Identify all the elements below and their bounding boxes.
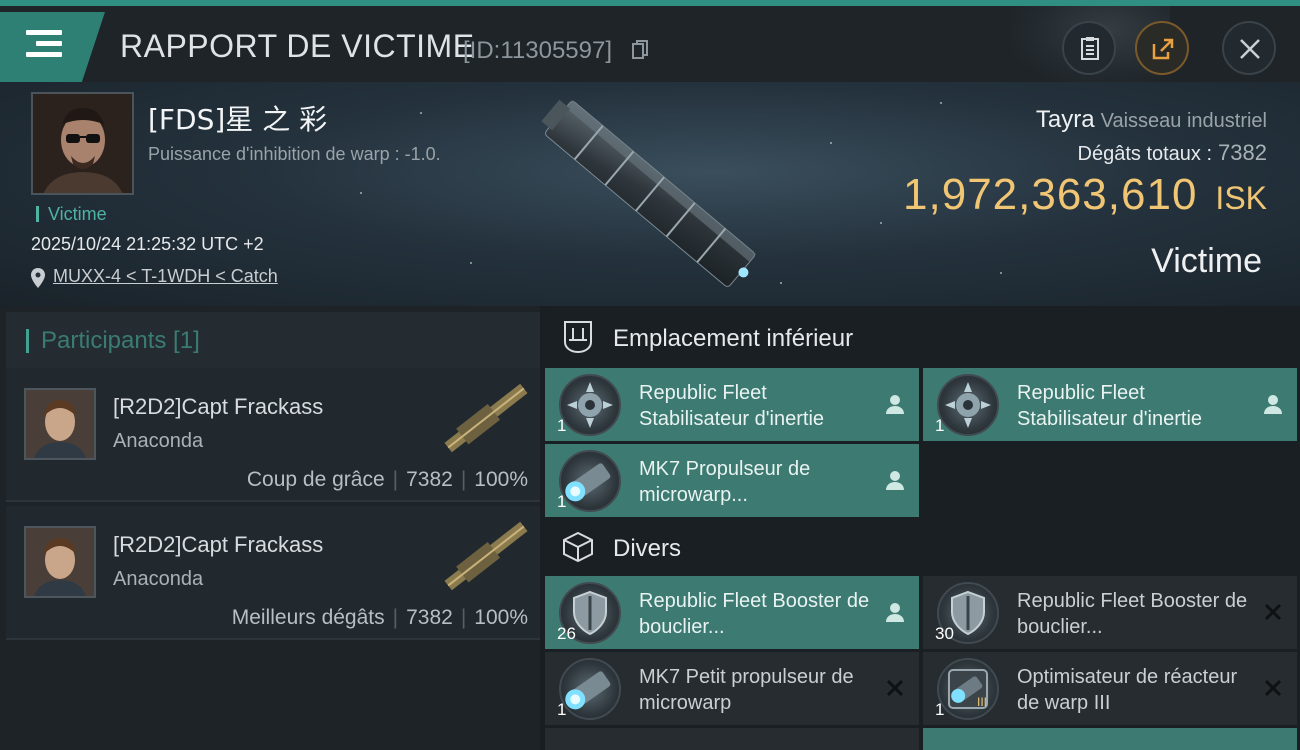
low-slot-title: Emplacement inférieur	[613, 325, 854, 352]
low-slot-icon	[564, 321, 592, 354]
victim-name[interactable]: [FDS]星 之 彩	[148, 98, 327, 138]
module-item-partial[interactable]	[545, 728, 919, 750]
participant-label: Coup de grâce	[246, 468, 385, 491]
participants-panel: Participants [1] [R2D2]Capt Frackass Ana…	[0, 306, 540, 750]
participant-stats: Meilleurs dégâts | 7382 | 100%	[231, 606, 528, 629]
participants-title: Participants [1]	[26, 329, 200, 353]
victim-tag: Victime	[36, 205, 107, 223]
module-quantity: 1	[935, 416, 945, 435]
participant-percent: 100%	[474, 606, 528, 629]
module-name: Republic Fleet Stabilisateur d'inertie	[639, 382, 825, 430]
destroyed-x-icon	[886, 679, 904, 697]
participant-name[interactable]: [R2D2]Capt Frackass	[113, 394, 323, 420]
module-item[interactable]: 30 Republic Fleet Booster de bouclier...	[923, 576, 1297, 649]
location-pin-icon	[31, 268, 45, 288]
total-damage: Dégâts totaux :7382	[1078, 140, 1267, 166]
participant-percent: 100%	[474, 468, 528, 491]
clipboard-icon	[1081, 37, 1099, 60]
clipboard-button[interactable]	[1062, 21, 1116, 75]
module-quantity: 1	[557, 700, 567, 719]
isk-amount: 1,972,363,610	[903, 170, 1198, 219]
menu-icon	[26, 30, 62, 63]
participants-header: Participants [1]	[6, 312, 540, 368]
share-button[interactable]	[1135, 21, 1189, 75]
destroyed-x-icon	[1264, 679, 1282, 697]
ship-info: Tayra Vaisseau industriel	[1036, 106, 1267, 134]
total-damage-label: Dégâts totaux :	[1077, 143, 1213, 165]
share-icon	[1152, 38, 1174, 60]
person-icon	[886, 603, 904, 622]
inertia-stabilizer-icon	[559, 374, 621, 436]
module-item[interactable]: 1 MK7 Propulseur de microwarp...	[545, 444, 919, 517]
page-title: RAPPORT DE VICTIME	[120, 28, 475, 64]
close-icon	[1240, 39, 1260, 59]
module-item[interactable]: III 1 Optimisateur de réacteur de warp I…	[923, 652, 1297, 725]
top-bar: RAPPORT DE VICTIME [ID:11305597]	[0, 0, 1300, 88]
avatar	[26, 528, 94, 596]
victim-hero: [FDS]星 之 彩 Puissance d'inhibition de war…	[0, 82, 1300, 306]
module-quantity: 1	[557, 492, 567, 511]
kill-datetime: 2025/10/24 21:25:32 UTC +2	[31, 234, 264, 254]
person-icon	[886, 395, 904, 414]
module-name: MK7 Petit propulseur de microwarp	[639, 666, 854, 714]
weapon-icon	[444, 383, 528, 453]
person-icon	[886, 471, 904, 490]
ship-name[interactable]: Tayra	[1036, 106, 1095, 133]
participant-avatar[interactable]	[24, 388, 96, 460]
copy-icon[interactable]	[632, 40, 648, 60]
participant-row[interactable]: [R2D2]Capt Frackass Anaconda Meilleurs d…	[6, 506, 540, 640]
victim-portrait[interactable]	[31, 92, 134, 195]
module-item[interactable]: 1 MK7 Petit propulseur de microwarp	[545, 652, 919, 725]
module-quantity: 1	[557, 416, 567, 435]
module-item-partial[interactable]	[923, 728, 1297, 750]
close-button[interactable]	[1222, 21, 1276, 75]
participant-damage: 7382	[406, 606, 453, 629]
microwarpdrive-icon	[559, 450, 621, 512]
victim-role: Victime	[1151, 242, 1262, 280]
participant-avatar[interactable]	[24, 526, 96, 598]
participant-damage: 7382	[406, 468, 453, 491]
ship-class: Vaisseau industriel	[1100, 110, 1267, 132]
module-name: Republic Fleet Booster de bouclier...	[639, 590, 870, 638]
module-quantity: 1	[935, 700, 945, 719]
module-name: Republic Fleet Booster de bouclier...	[1017, 590, 1248, 638]
module-quantity: 30	[935, 624, 954, 643]
module-name: Optimisateur de réacteur de warp III	[1017, 666, 1238, 714]
module-item[interactable]: 1 Republic Fleet Stabilisateur d'inertie	[545, 368, 919, 441]
participant-ship: Anaconda	[113, 430, 204, 452]
total-damage-value: 7382	[1218, 140, 1267, 165]
low-slot-header: Emplacement inférieur	[545, 306, 1300, 368]
location-link[interactable]: MUXX-4 < T-1WDH < Catch	[53, 266, 278, 286]
participant-stats: Coup de grâce | 7382 | 100%	[246, 468, 528, 491]
module-name: Republic Fleet Stabilisateur d'inertie	[1017, 382, 1203, 430]
isk-value: 1,972,363,610 ISK	[903, 170, 1267, 220]
isk-unit: ISK	[1215, 180, 1267, 216]
ship-image	[541, 99, 757, 287]
participant-ship: Anaconda	[113, 568, 204, 590]
module-quantity: 26	[557, 624, 576, 643]
inertia-stabilizer-icon	[937, 374, 999, 436]
svg-text:III: III	[977, 695, 987, 709]
module-item[interactable]: 26 Republic Fleet Booster de bouclier...	[545, 576, 919, 649]
cargo-box-icon	[563, 531, 593, 563]
participant-label: Meilleurs dégâts	[231, 606, 385, 629]
misc-title: Divers	[613, 535, 682, 562]
participant-name[interactable]: [R2D2]Capt Frackass	[113, 532, 323, 558]
participant-row[interactable]: [R2D2]Capt Frackass Anaconda Coup de grâ…	[6, 368, 540, 502]
avatar	[26, 390, 94, 458]
module-item[interactable]: 1 Republic Fleet Stabilisateur d'inertie	[923, 368, 1297, 441]
warp-inhibition-text: Puissance d'inhibition de warp : -1.0.	[148, 144, 441, 164]
person-icon	[1264, 395, 1282, 414]
warp-core-optimizer-icon: III	[937, 658, 999, 720]
kill-location[interactable]: MUXX-4 < T-1WDH < Catch	[31, 266, 278, 288]
module-name: MK7 Propulseur de microwarp...	[639, 458, 811, 506]
avatar	[33, 94, 132, 193]
fitting-panel: Emplacement inférieur 1 Republic Fleet S…	[545, 306, 1300, 750]
destroyed-x-icon	[1264, 603, 1282, 621]
kill-id: [ID:11305597]	[463, 37, 613, 64]
menu-button[interactable]	[0, 12, 105, 82]
misc-header: Divers	[545, 516, 1300, 578]
weapon-icon	[444, 521, 528, 591]
microwarpdrive-icon	[559, 658, 621, 720]
